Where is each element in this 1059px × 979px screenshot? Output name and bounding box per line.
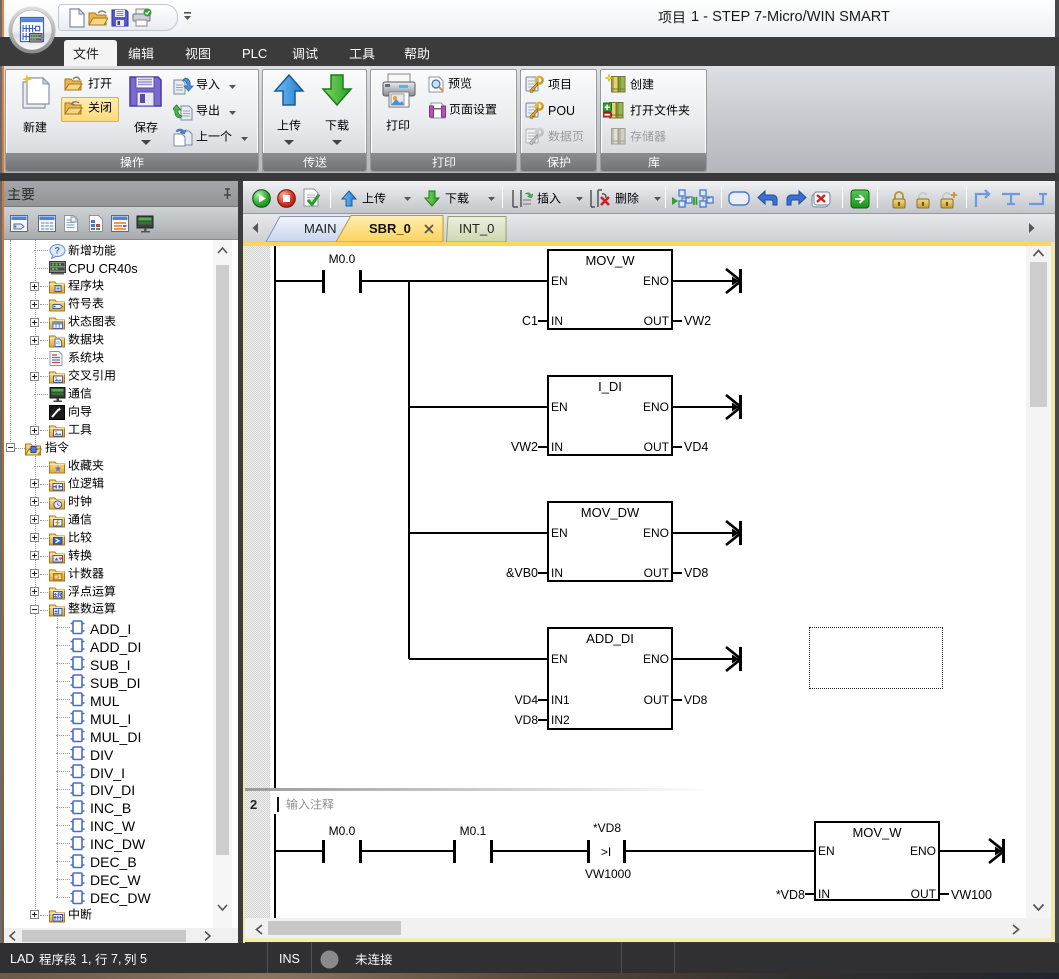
svg-text:?: ? (55, 246, 61, 256)
svg-text:+1: +1 (54, 574, 62, 581)
svg-text:±I: ±I (54, 609, 60, 616)
svg-text:±R: ±R (54, 592, 63, 599)
